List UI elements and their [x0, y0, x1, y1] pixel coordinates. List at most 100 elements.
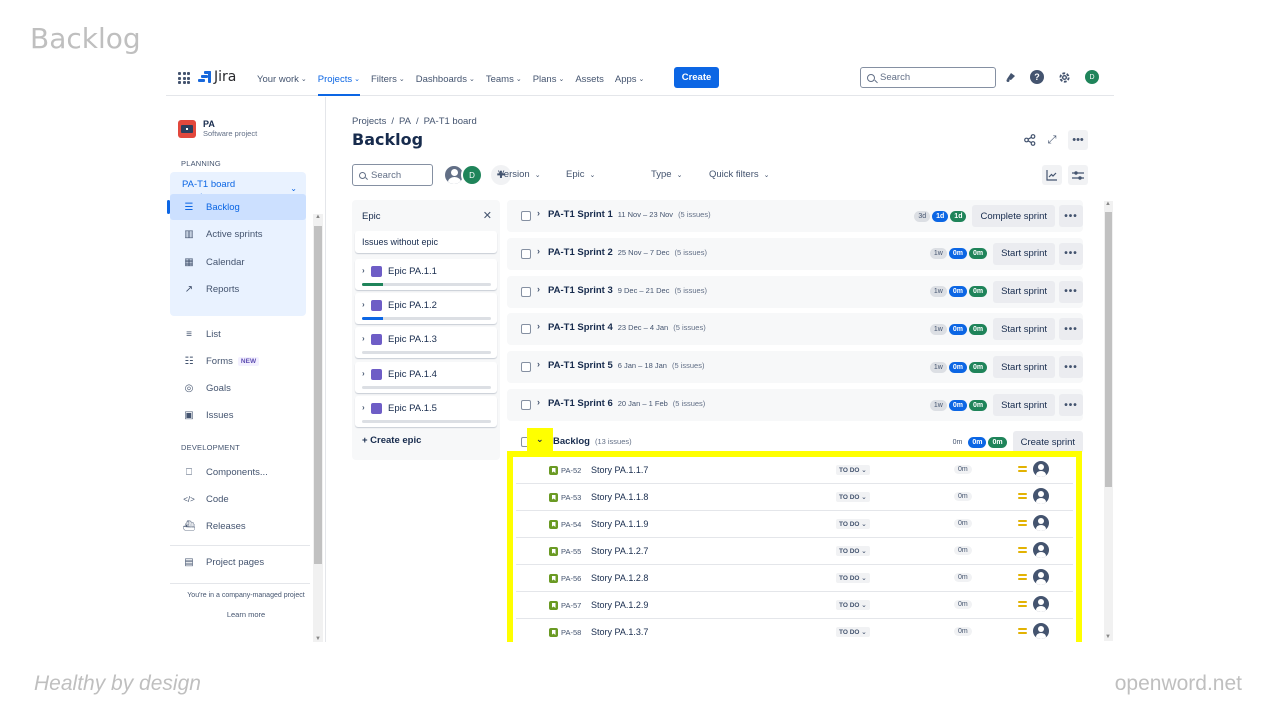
scroll-down-icon[interactable]: ▼ — [315, 636, 321, 642]
sidebar-item-active-sprints[interactable]: ▥ Active sprints — [170, 222, 306, 248]
project-header[interactable]: PA Software project — [178, 119, 257, 138]
start-sprint-button[interactable]: Start sprint — [993, 280, 1055, 303]
issue-estimate[interactable]: 0m — [954, 492, 972, 501]
filter-type[interactable]: Type ⌄ — [651, 169, 682, 180]
filter-epic[interactable]: Epic ⌄ — [566, 169, 595, 180]
sidebar-item-reports[interactable]: ↗ Reports — [170, 277, 306, 303]
issue-key[interactable]: PA-57 — [561, 601, 581, 610]
unassigned-avatar[interactable] — [1033, 596, 1049, 612]
sprint-checkbox[interactable] — [521, 324, 531, 335]
board-name[interactable]: PA-T1 board — [182, 179, 235, 190]
learn-more-link[interactable]: Learn more — [166, 610, 326, 619]
scroll-up-icon[interactable]: ▲ — [315, 214, 321, 220]
issue-row[interactable]: PA-57 Story PA.1.2.9 TO DO ⌄ 0m — [516, 592, 1073, 619]
epic-card[interactable]: › Epic PA.1.5 — [355, 395, 497, 427]
unassigned-avatar[interactable] — [1033, 515, 1049, 531]
nav-item-filters[interactable]: Filters ⌄ — [371, 62, 405, 96]
chevron-right-icon[interactable]: › — [537, 284, 540, 294]
more-actions-button[interactable]: ••• — [1059, 356, 1083, 379]
epic-card[interactable]: › Epic PA.1.4 — [355, 361, 497, 393]
scrollbar-thumb[interactable] — [1105, 212, 1112, 487]
chevron-right-icon[interactable]: › — [362, 266, 365, 275]
sprint-title[interactable]: PA-T1 Sprint 6 20 Jan – 1 Feb (5 issues) — [548, 398, 705, 409]
chevron-right-icon[interactable]: › — [362, 369, 365, 378]
scroll-down-icon[interactable]: ▼ — [1105, 634, 1111, 640]
issue-key[interactable]: PA-52 — [561, 466, 581, 475]
sidebar-item-calendar[interactable]: ▦ Calendar — [170, 249, 306, 275]
chevron-down-icon[interactable]: ⌄ — [536, 434, 544, 445]
nav-item-assets[interactable]: Assets — [575, 62, 604, 96]
issue-estimate[interactable]: 0m — [954, 546, 972, 555]
sidebar-scrollbar[interactable]: ▲ ▼ — [313, 214, 323, 642]
settings-icon[interactable] — [1057, 70, 1071, 84]
epic-card[interactable]: › Epic PA.1.1 — [355, 259, 497, 290]
app-switcher-icon[interactable] — [178, 72, 190, 84]
filter-version[interactable]: Version ⌄ — [498, 169, 541, 180]
chevron-right-icon[interactable]: › — [537, 321, 540, 331]
sprint-title[interactable]: PA-T1 Sprint 3 9 Dec – 21 Dec (5 issues) — [548, 285, 707, 296]
sprint-title[interactable]: PA-T1 Sprint 4 23 Dec – 4 Jan (5 issues) — [548, 322, 706, 333]
issue-key[interactable]: PA-54 — [561, 520, 581, 529]
nav-item-apps[interactable]: Apps ⌄ — [615, 62, 645, 96]
close-icon[interactable]: ✕ — [483, 209, 492, 222]
chevron-right-icon[interactable]: › — [537, 397, 540, 407]
nav-item-projects[interactable]: Projects ⌄ — [317, 62, 361, 96]
issue-row[interactable]: PA-58 Story PA.1.3.7 TO DO ⌄ 0m — [516, 619, 1073, 642]
chevron-right-icon[interactable]: › — [537, 359, 540, 369]
status-dropdown[interactable]: TO DO ⌄ — [836, 465, 870, 475]
unassigned-avatar[interactable] — [1033, 569, 1049, 585]
issue-estimate[interactable]: 0m — [954, 573, 972, 582]
issue-row[interactable]: PA-54 Story PA.1.1.9 TO DO ⌄ 0m — [516, 511, 1073, 538]
chevron-right-icon[interactable]: › — [362, 334, 365, 343]
nav-item-teams[interactable]: Teams ⌄ — [486, 62, 522, 96]
jira-logo[interactable]: Jira — [198, 69, 236, 85]
breadcrumb-item[interactable]: PA — [399, 116, 411, 127]
status-dropdown[interactable]: TO DO ⌄ — [836, 546, 870, 556]
status-dropdown[interactable]: TO DO ⌄ — [836, 627, 870, 637]
sidebar-item-backlog[interactable]: ☰ Backlog — [167, 194, 306, 220]
user-avatar[interactable]: D — [1085, 70, 1099, 84]
issue-row[interactable]: PA-56 Story PA.1.2.8 TO DO ⌄ 0m — [516, 565, 1073, 592]
chevron-right-icon[interactable]: › — [362, 403, 365, 412]
issue-estimate[interactable]: 0m — [954, 600, 972, 609]
sprint-checkbox[interactable] — [521, 286, 531, 297]
start-sprint-button[interactable]: Start sprint — [993, 242, 1055, 265]
chevron-down-icon[interactable]: ⌄ — [290, 184, 297, 193]
issue-key[interactable]: PA-53 — [561, 493, 581, 502]
scrollbar-thumb[interactable] — [314, 226, 322, 564]
sprint-checkbox[interactable] — [521, 362, 531, 373]
sprint-checkbox[interactable] — [521, 400, 531, 410]
status-dropdown[interactable]: TO DO ⌄ — [836, 573, 870, 583]
user-avatar-filter[interactable]: D — [461, 164, 483, 186]
sprint-title[interactable]: PA-T1 Sprint 5 6 Jan – 18 Jan (5 issues) — [548, 360, 704, 371]
issue-row[interactable]: PA-52 Story PA.1.1.7 TO DO ⌄ 0m — [516, 457, 1073, 484]
global-search-input[interactable]: Search — [860, 67, 996, 88]
issue-key[interactable]: PA-58 — [561, 628, 581, 637]
more-actions-button[interactable]: ••• — [1059, 205, 1083, 227]
create-epic-button[interactable]: + Create epic — [362, 435, 421, 446]
unassigned-avatar[interactable] — [1033, 542, 1049, 558]
sprint-title[interactable]: PA-T1 Sprint 2 25 Nov – 7 Dec (5 issues) — [548, 247, 707, 258]
issue-row[interactable]: PA-53 Story PA.1.1.8 TO DO ⌄ 0m — [516, 484, 1073, 511]
more-actions-button[interactable]: ••• — [1059, 394, 1083, 416]
sidebar-item-goals[interactable]: ◎ Goals — [170, 376, 306, 402]
start-sprint-button[interactable]: Start sprint — [993, 394, 1055, 416]
sidebar-item-releases[interactable]: ⛴ Releases — [170, 514, 306, 540]
breadcrumb-item[interactable]: Projects — [352, 116, 386, 127]
issue-estimate[interactable]: 0m — [954, 627, 972, 636]
sprint-checkbox[interactable] — [521, 211, 531, 221]
complete-sprint-button[interactable]: Complete sprint — [972, 205, 1055, 227]
unassigned-avatar[interactable] — [1033, 623, 1049, 639]
start-sprint-button[interactable]: Start sprint — [993, 318, 1055, 341]
expand-icon[interactable]: ⤢ — [1042, 130, 1062, 150]
chevron-right-icon[interactable]: › — [537, 208, 540, 218]
unassigned-avatar[interactable] — [1033, 461, 1049, 477]
status-dropdown[interactable]: TO DO ⌄ — [836, 519, 870, 529]
create-sprint-button[interactable]: Create sprint — [1012, 431, 1083, 453]
view-settings-icon[interactable] — [1068, 165, 1088, 185]
sidebar-item-project-pages[interactable]: ▤ Project pages — [170, 549, 306, 575]
share-icon[interactable] — [1020, 130, 1040, 150]
nav-item-your-work[interactable]: Your work ⌄ — [257, 62, 307, 96]
chevron-right-icon[interactable]: › — [537, 246, 540, 256]
chevron-right-icon[interactable]: › — [362, 300, 365, 309]
